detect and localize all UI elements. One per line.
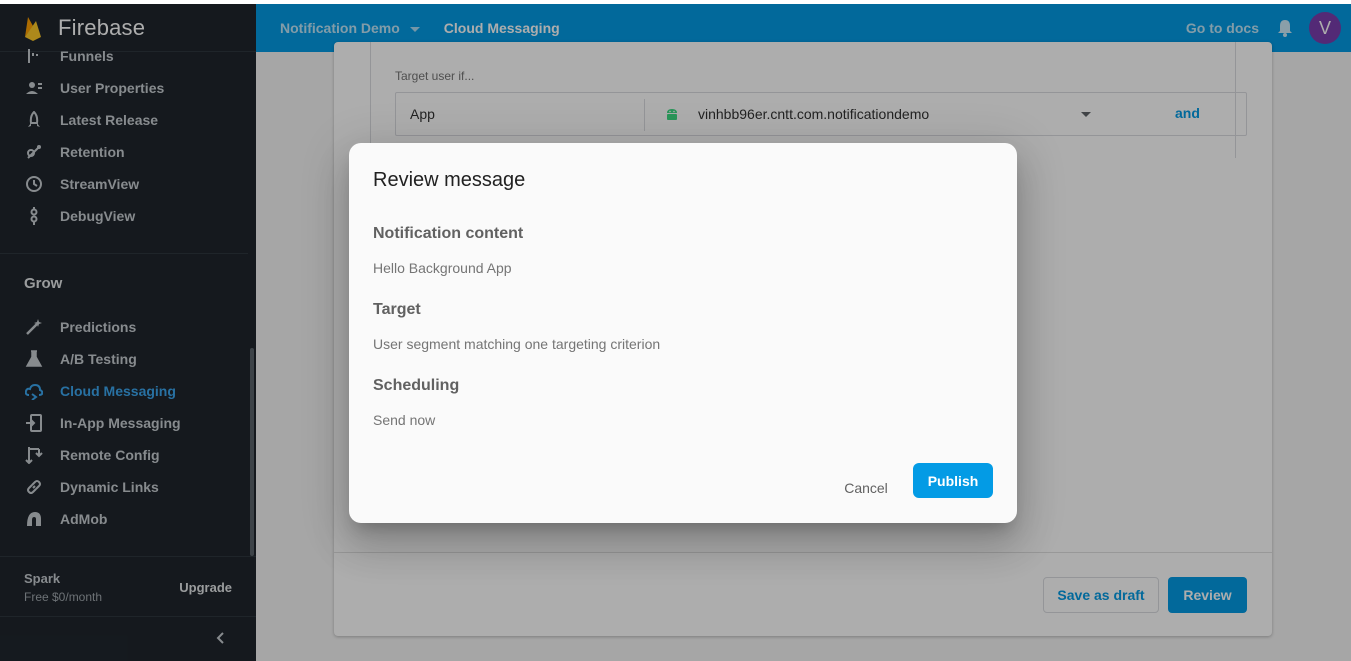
section-heading: Target xyxy=(373,301,421,318)
section-value: Send now xyxy=(373,412,436,428)
section-value: User segment matching one targeting crit… xyxy=(373,336,661,352)
dialog-title: Review message xyxy=(373,169,526,191)
section-heading: Notification content xyxy=(373,225,524,242)
section-value: Hello Background App xyxy=(373,260,512,276)
publish-button[interactable]: Publish xyxy=(913,463,993,498)
cancel-button[interactable]: Cancel xyxy=(831,471,901,505)
review-message-dialog: Review message Notification content Hell… xyxy=(349,143,1017,523)
section-heading: Scheduling xyxy=(373,377,460,394)
